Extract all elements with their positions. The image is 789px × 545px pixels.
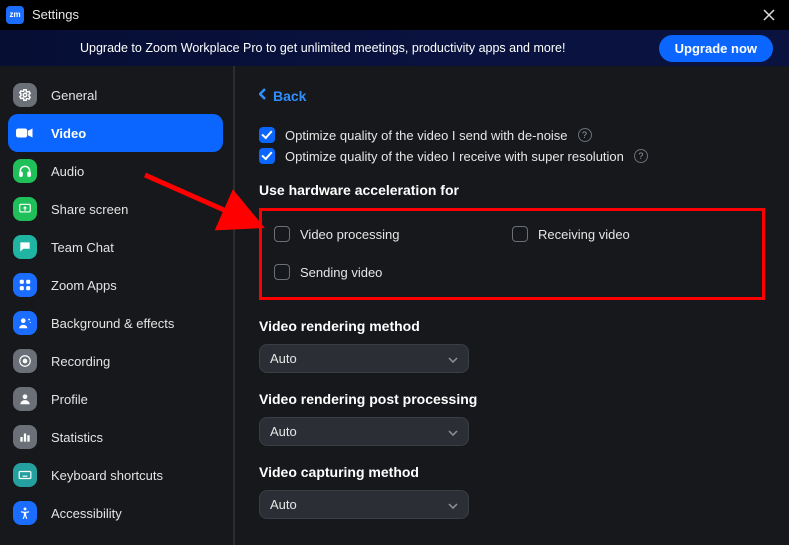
rendering-method-header: Video rendering method	[259, 318, 765, 334]
gear-icon	[13, 83, 37, 107]
sidebar-item-keyboard[interactable]: Keyboard shortcuts	[8, 456, 223, 494]
optimize-send-row: Optimize quality of the video I send wit…	[259, 127, 765, 143]
sidebar-item-general[interactable]: General	[8, 76, 223, 114]
sidebar-item-label: Video	[51, 126, 86, 141]
upgrade-text: Upgrade to Zoom Workplace Pro to get unl…	[80, 41, 565, 55]
hw-sending-checkbox[interactable]	[274, 264, 290, 280]
sidebar-item-label: Recording	[51, 354, 110, 369]
sidebar-item-label: Statistics	[51, 430, 103, 445]
post-processing-select[interactable]: Auto	[259, 417, 469, 446]
upgrade-button[interactable]: Upgrade now	[659, 35, 773, 62]
apps-icon	[13, 273, 37, 297]
window-title: Settings	[32, 7, 79, 22]
sidebar-item-label: Share screen	[51, 202, 128, 217]
hw-video-processing-checkbox[interactable]	[274, 226, 290, 242]
post-processing-value: Auto	[270, 424, 297, 439]
back-button[interactable]: Back	[259, 88, 306, 104]
sidebar-item-label: Keyboard shortcuts	[51, 468, 163, 483]
sidebar-item-label: General	[51, 88, 97, 103]
chat-icon	[13, 235, 37, 259]
help-icon[interactable]: ?	[578, 128, 592, 142]
sidebar-item-accessibility[interactable]: Accessibility	[8, 494, 223, 532]
capture-method-value: Auto	[270, 497, 297, 512]
sidebar: General Video Audio Share screen Team Ch	[0, 66, 235, 545]
hw-receiving-row: Receiving video	[512, 226, 750, 242]
sidebar-item-profile[interactable]: Profile	[8, 380, 223, 418]
sidebar-item-label: Zoom Apps	[51, 278, 117, 293]
effects-icon	[13, 311, 37, 335]
sidebar-item-label: Accessibility	[51, 506, 122, 521]
hw-accel-highlight: Video processing Receiving video Sending…	[259, 208, 765, 300]
hw-receiving-label: Receiving video	[538, 227, 630, 242]
upgrade-banner: Upgrade to Zoom Workplace Pro to get unl…	[0, 30, 789, 66]
back-label: Back	[273, 88, 306, 104]
hw-accel-header: Use hardware acceleration for	[259, 182, 765, 198]
sidebar-item-statistics[interactable]: Statistics	[8, 418, 223, 456]
zoom-app-icon: zm	[6, 6, 24, 24]
help-icon[interactable]: ?	[634, 149, 648, 163]
accessibility-icon	[13, 501, 37, 525]
optimize-receive-label: Optimize quality of the video I receive …	[285, 149, 624, 164]
headphones-icon	[13, 159, 37, 183]
chevron-left-icon	[259, 87, 267, 103]
optimize-send-checkbox[interactable]	[259, 127, 275, 143]
capture-method-select[interactable]: Auto	[259, 490, 469, 519]
titlebar: zm Settings	[0, 0, 789, 30]
camera-icon	[13, 121, 37, 145]
optimize-send-label: Optimize quality of the video I send wit…	[285, 128, 568, 143]
sidebar-item-label: Profile	[51, 392, 88, 407]
rendering-method-value: Auto	[270, 351, 297, 366]
post-processing-header: Video rendering post processing	[259, 391, 765, 407]
share-icon	[13, 197, 37, 221]
stats-icon	[13, 425, 37, 449]
hw-video-processing-row: Video processing	[274, 226, 512, 242]
sidebar-item-video[interactable]: Video	[8, 114, 223, 152]
sidebar-item-label: Audio	[51, 164, 84, 179]
body: General Video Audio Share screen Team Ch	[0, 66, 789, 545]
sidebar-item-share-screen[interactable]: Share screen	[8, 190, 223, 228]
hw-receiving-checkbox[interactable]	[512, 226, 528, 242]
sidebar-item-team-chat[interactable]: Team Chat	[8, 228, 223, 266]
close-button[interactable]	[749, 0, 789, 30]
hw-sending-row: Sending video	[274, 264, 512, 280]
settings-content: Back Optimize quality of the video I sen…	[235, 66, 789, 545]
hw-sending-label: Sending video	[300, 265, 382, 280]
hw-video-processing-label: Video processing	[300, 227, 400, 242]
sidebar-item-label: Team Chat	[51, 240, 114, 255]
optimize-receive-row: Optimize quality of the video I receive …	[259, 148, 765, 164]
chevron-down-icon	[448, 351, 458, 366]
record-icon	[13, 349, 37, 373]
sidebar-item-recording[interactable]: Recording	[8, 342, 223, 380]
capture-method-header: Video capturing method	[259, 464, 765, 480]
profile-icon	[13, 387, 37, 411]
chevron-down-icon	[448, 497, 458, 512]
sidebar-item-zoom-apps[interactable]: Zoom Apps	[8, 266, 223, 304]
sidebar-item-label: Background & effects	[51, 316, 174, 331]
keyboard-icon	[13, 463, 37, 487]
rendering-method-select[interactable]: Auto	[259, 344, 469, 373]
sidebar-item-background[interactable]: Background & effects	[8, 304, 223, 342]
close-icon	[763, 9, 775, 21]
optimize-receive-checkbox[interactable]	[259, 148, 275, 164]
chevron-down-icon	[448, 424, 458, 439]
sidebar-item-audio[interactable]: Audio	[8, 152, 223, 190]
